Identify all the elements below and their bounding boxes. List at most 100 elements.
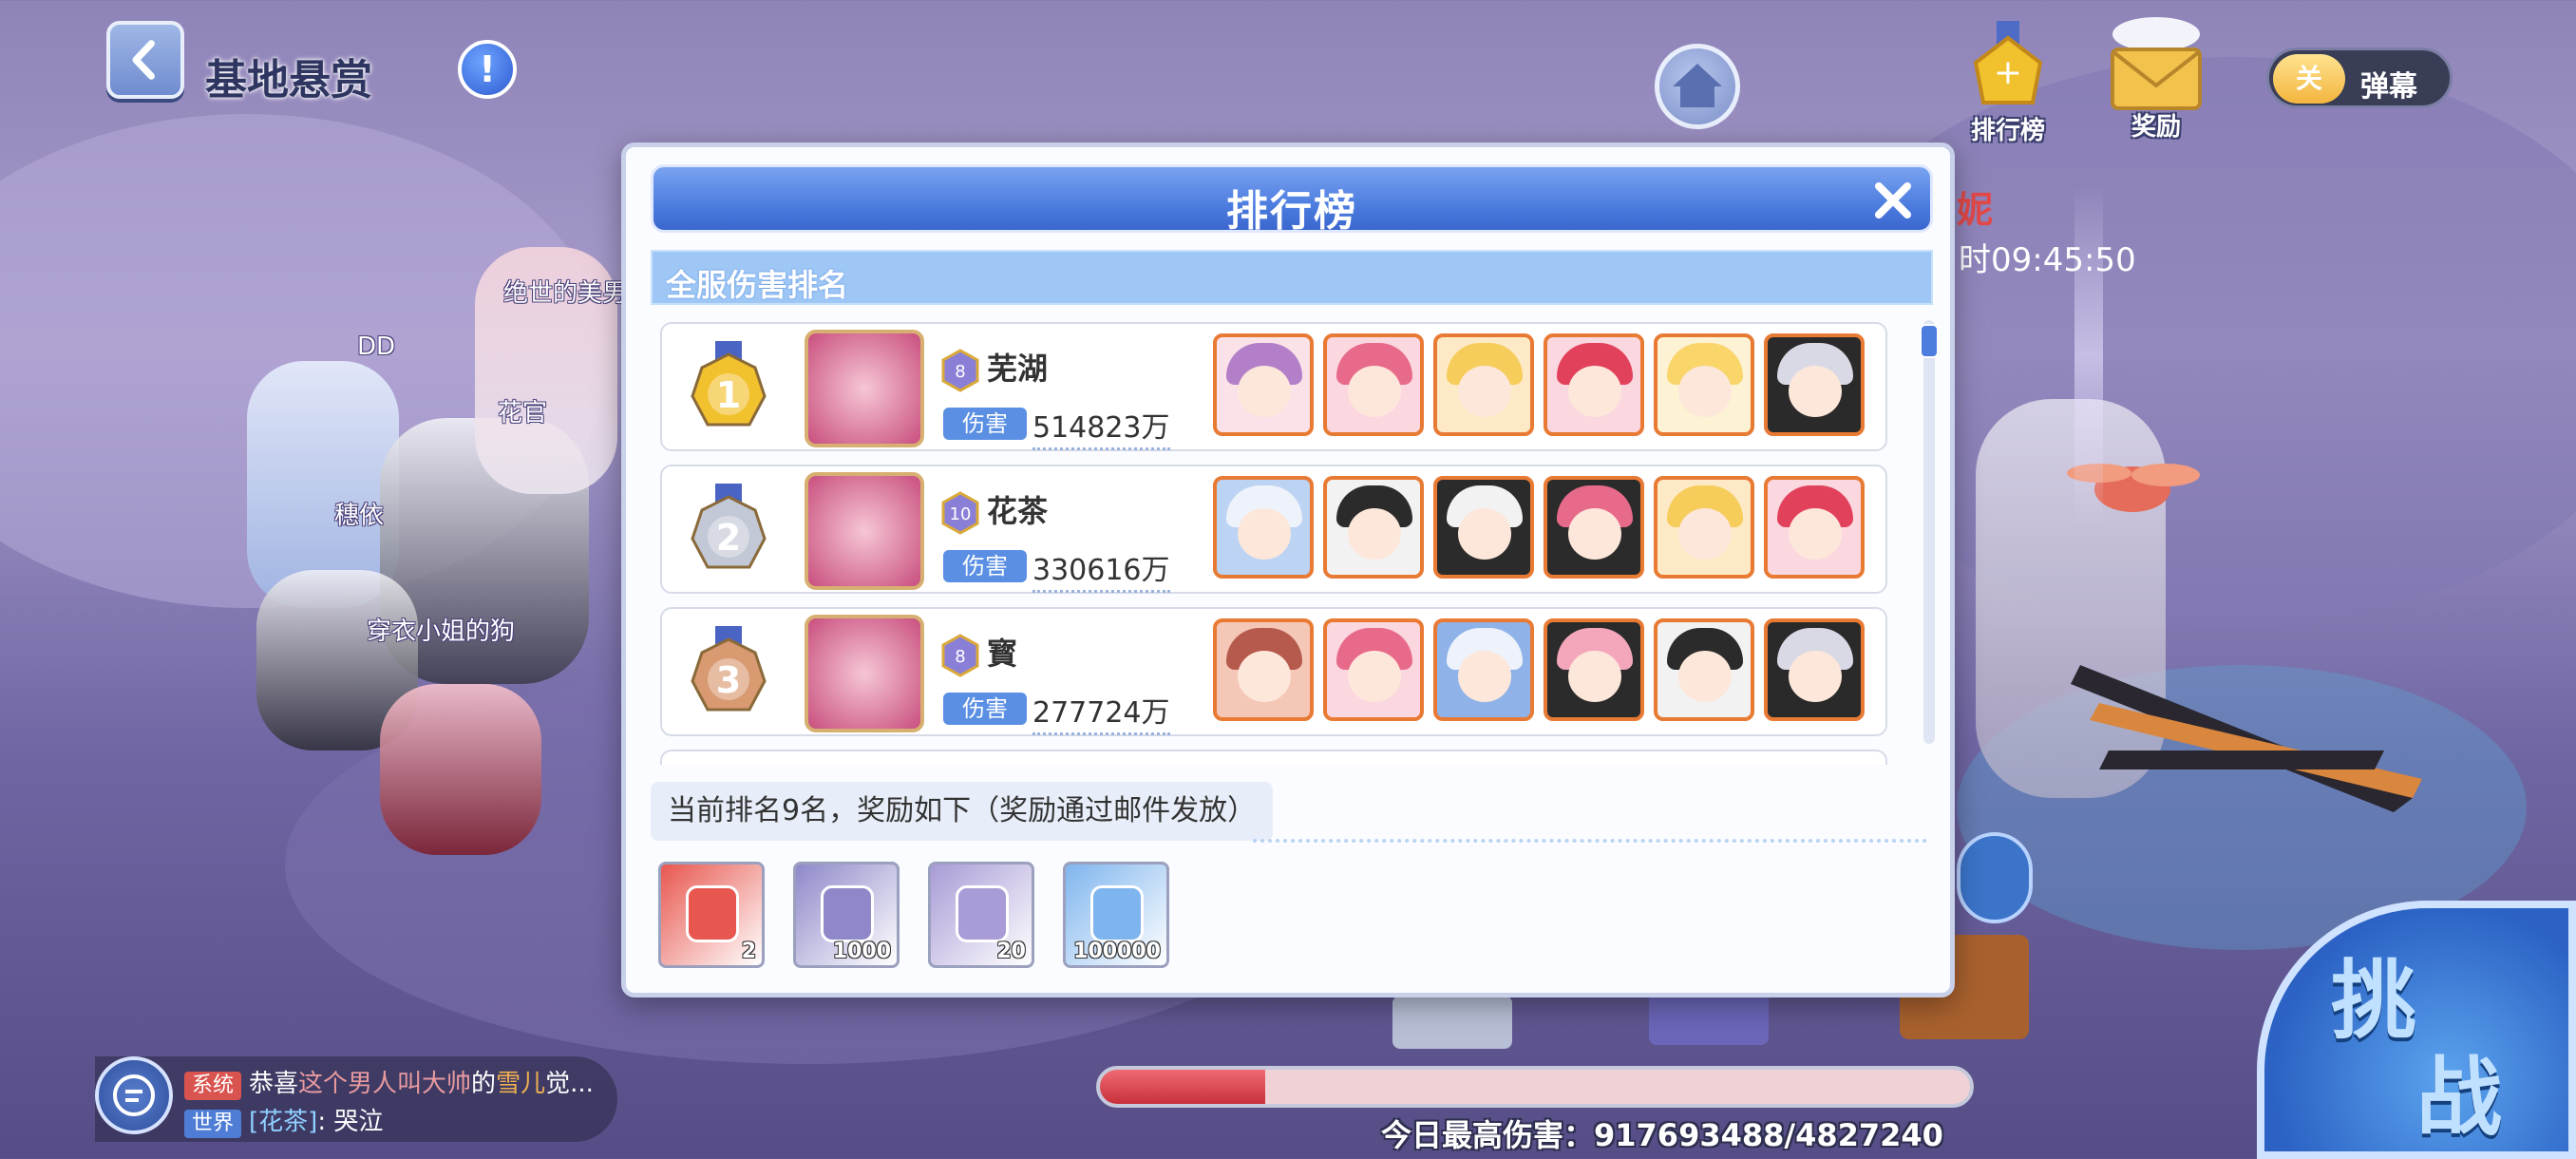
shield-icon[interactable] [1957, 832, 2033, 923]
hero-face [1458, 508, 1511, 560]
character-name-label: 穿衣小姐的狗 [367, 618, 516, 646]
hero-portrait[interactable] [1544, 333, 1644, 436]
close-icon[interactable] [1869, 177, 1917, 224]
reward-item-art [821, 885, 874, 942]
hero-portrait[interactable] [1433, 618, 1534, 721]
player-name: 芜湖 [987, 351, 1049, 387]
character-sprite[interactable] [380, 684, 541, 855]
chat-panel[interactable]: 系统 恭喜这个男人叫大帅的雪儿觉... 世界 [花茶]: 哭泣 [95, 1056, 617, 1142]
crystal-icon[interactable]: 20 [928, 862, 1034, 968]
scrollbar-thumb[interactable] [1920, 324, 1939, 358]
hero-face [1458, 651, 1511, 702]
damage-value: 514823万 [1032, 404, 1170, 450]
toggle-knob: 关 [2273, 54, 2345, 104]
chat-text: 哭泣 [333, 1108, 384, 1136]
hero-portrait[interactable] [1654, 333, 1754, 436]
leaderboard-modal: 排行榜 全服伤害排名 1 8 芜湖 伤害 514823万 2 10 花茶 伤害 [621, 142, 1955, 998]
chat-text: 的 [471, 1070, 497, 1098]
character-name-label: 花官 [498, 399, 548, 428]
envelope-icon [2111, 17, 2202, 110]
hero-face [1789, 508, 1842, 560]
chat-username[interactable]: 这个男人叫大帅 [298, 1070, 471, 1098]
hero-face [1789, 651, 1842, 702]
hero-portrait[interactable] [1654, 476, 1754, 579]
hero-face [1238, 366, 1291, 417]
section-title: 全服伤害排名 [666, 267, 849, 303]
damage-value: 277724万 [1032, 689, 1170, 735]
hero-face [1458, 366, 1511, 417]
leaderboard-button[interactable]: + 排行榜 [1951, 17, 2065, 145]
reward-list: 2 1000 20 100000 [658, 862, 1169, 968]
hero-face [1568, 651, 1621, 702]
hero-portrait[interactable] [1323, 618, 1424, 721]
damage-tag: 伤害 [943, 693, 1027, 725]
chat-username[interactable]: [花茶] [249, 1108, 317, 1136]
rank-number: 2 [716, 517, 741, 559]
ranking-row[interactable]: 1 8 芜湖 伤害 514823万 [660, 322, 1887, 451]
hero-portrait[interactable] [1433, 476, 1534, 579]
boss-timer: 时09:45:50 [1959, 241, 2136, 279]
hero-portrait[interactable] [1213, 476, 1314, 579]
hero-portrait[interactable] [1213, 618, 1314, 721]
hero-portrait[interactable] [1433, 333, 1534, 436]
chat-text: 恭喜 [249, 1070, 299, 1098]
player-name: 寳 [987, 636, 1018, 672]
svg-text:+: + [1994, 53, 2022, 92]
reward-button[interactable]: 奖励 [2099, 13, 2213, 142]
character-name-label: 穗依 [334, 502, 385, 530]
hero-portrait[interactable] [1544, 618, 1644, 721]
rank-medal-icon: 1 [691, 341, 767, 427]
current-rank-note: 当前排名9名，奖励如下（奖励通过邮件发放） [651, 782, 1274, 841]
barrage-toggle[interactable]: 关 弹幕 [2266, 48, 2453, 108]
back-button[interactable] [106, 21, 184, 99]
chat-tag-world: 世界 [184, 1110, 242, 1138]
hero-face [1789, 366, 1842, 417]
section-header: 全服伤害排名 [651, 250, 1933, 305]
hero-face [1348, 508, 1401, 560]
level-badge-icon: 8 [941, 634, 979, 677]
damage-tag: 伤害 [943, 550, 1027, 582]
reward-item-art [686, 885, 739, 942]
gold-coin-icon[interactable]: 100000 [1063, 862, 1169, 968]
player-avatar[interactable] [805, 472, 924, 590]
character-name-label: DD [357, 332, 396, 361]
hero-face [1678, 508, 1732, 560]
scrollbar[interactable] [1920, 320, 1939, 744]
player-avatar[interactable] [805, 615, 924, 732]
player-avatar[interactable] [805, 330, 924, 447]
reward-quantity: 20 [996, 940, 1026, 963]
ranking-row[interactable] [660, 750, 1887, 765]
gear-token-icon[interactable]: 1000 [793, 862, 900, 968]
hero-portrait[interactable] [1323, 333, 1424, 436]
best-damage-text: 今日最高伤害：917693488/4827240 [1381, 1117, 1943, 1153]
rank-medal-icon: 3 [691, 626, 767, 712]
barrage-label: 弹幕 [2360, 70, 2417, 104]
reward-label: 奖励 [2131, 113, 2181, 142]
hero-portrait[interactable] [1764, 618, 1865, 721]
info-button[interactable]: ! [458, 40, 517, 99]
boss-name: 妮 [1957, 189, 1994, 231]
chat-bubble-icon [113, 1074, 155, 1116]
red-card-icon[interactable]: 2 [658, 862, 765, 968]
chat-line-system: 系统 恭喜这个男人叫大帅的雪儿觉... [184, 1064, 594, 1100]
hero-portrait[interactable] [1544, 476, 1644, 579]
hero-portrait[interactable] [1764, 333, 1865, 436]
ranking-list[interactable]: 1 8 芜湖 伤害 514823万 2 10 花茶 伤害 330616万 3 8… [651, 320, 1933, 765]
hero-portrait[interactable] [1323, 476, 1424, 579]
divider [1253, 839, 1927, 843]
ranking-row[interactable]: 3 8 寳 伤害 277724万 [660, 607, 1887, 736]
ranking-row[interactable]: 2 10 花茶 伤害 330616万 [660, 465, 1887, 594]
level-badge-icon: 8 [941, 349, 979, 392]
hero-portrait[interactable] [1654, 618, 1754, 721]
hero-face [1348, 366, 1401, 417]
chat-button[interactable] [95, 1056, 173, 1134]
team-lineup [1213, 333, 1865, 436]
team-lineup [1213, 618, 1865, 721]
hero-portrait[interactable] [1764, 476, 1865, 579]
reward-quantity: 100000 [1073, 940, 1161, 963]
trophy-icon: + [1973, 21, 2043, 104]
modal-header: 排行榜 [651, 164, 1933, 236]
chat-item: 雪儿 [496, 1070, 546, 1098]
home-button[interactable] [1655, 44, 1740, 129]
hero-portrait[interactable] [1213, 333, 1314, 436]
